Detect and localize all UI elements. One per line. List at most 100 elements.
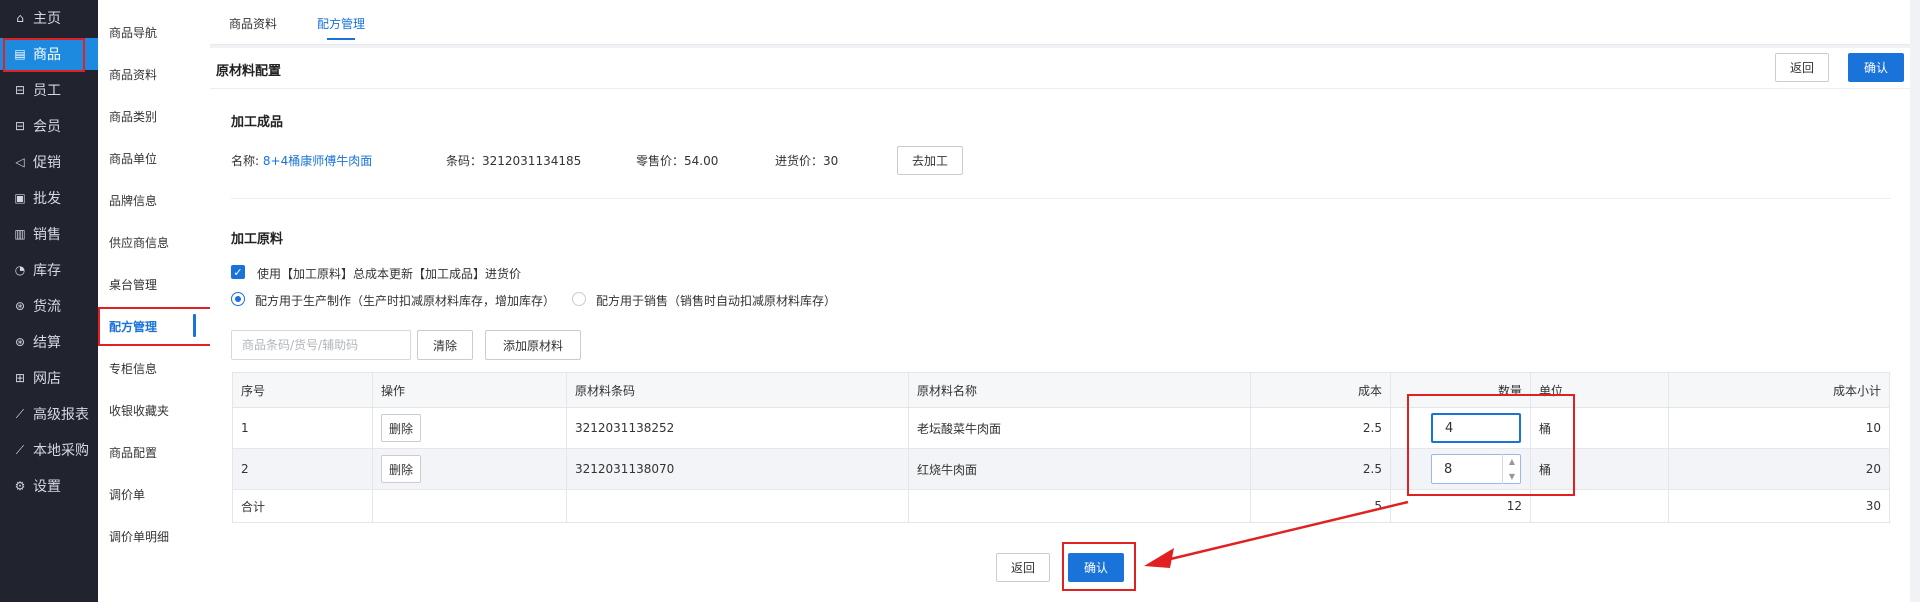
red-highlight-box [3,38,85,72]
row-name: 老坛酸菜牛肉面 [909,408,1251,448]
col-cost: 成本 [1251,373,1391,407]
product-section-title: 加工成品 [231,115,284,130]
subnav-item-goods-info[interactable]: 商品资料 [109,66,157,83]
red-arrow-icon [1144,500,1409,568]
sidebar-item-goods[interactable]: ▤ 商品 [0,38,98,72]
row-action: 删除 [373,408,567,448]
product-name: 名称: 8+4桶康师傅牛肉面 [231,152,372,169]
table-row: 2 删除 3212031138070 红烧牛肉面 2.5 ▲ ▼ 桶 20 [233,449,1889,490]
total-empty [373,490,567,522]
clear-button[interactable]: 清除 [417,330,473,360]
update-cost-checkbox[interactable]: ✓ [231,265,245,279]
subnav-item-table[interactable]: 桌台管理 [109,276,157,293]
back-button[interactable]: 返回 [1775,53,1829,82]
table-row: 1 删除 3212031138252 老坛酸菜牛肉面 2.5 桶 10 [233,408,1889,449]
tab-bar: 商品资料 配方管理 [210,0,1910,45]
logistics-icon: ⊛ [14,299,26,313]
row-name: 红烧牛肉面 [909,449,1251,489]
promotion-icon: ◁ [15,155,25,169]
sidebar-item-member[interactable]: ⊟ 会员 [0,110,98,142]
row-subtotal: 20 [1865,462,1881,476]
sidebar-item-settlement[interactable]: ⊛ 结算 [0,326,98,358]
table-total-row: 合计 5 12 30 [233,490,1889,522]
footer-back-button[interactable]: 返回 [996,553,1050,582]
sidebar-item-staff[interactable]: ⊟ 员工 [0,74,98,106]
col-action: 操作 [373,373,567,407]
confirm-button[interactable]: 确认 [1848,53,1904,82]
sales-icon: ▥ [14,227,26,241]
settings-icon: ⚙ [14,479,26,493]
subnav-item-category[interactable]: 商品类别 [109,108,157,125]
sidebar-item-inventory[interactable]: ◔ 库存 [0,254,98,286]
process-button[interactable]: 去加工 [897,146,963,175]
product-purchase-price: 进货价：30 [775,154,839,168]
col-subtotal: 成本小计 [1832,383,1881,398]
product-barcode: 条码：3212031134185 [446,154,582,168]
row-barcode: 3212031138252 [567,408,909,448]
delete-button[interactable]: 删除 [381,414,421,442]
tab-goods-info[interactable]: 商品资料 [229,15,277,32]
radio-production[interactable] [231,292,245,306]
section-divider [231,198,1891,199]
tab-recipe[interactable]: 配方管理 [317,15,365,32]
subnav-item-favorites[interactable]: 收银收藏夹 [109,402,169,419]
main-panel: 原材料配置 返回 确认 加工成品 名称: 8+4桶康师傅牛肉面 条码：32120… [210,48,1910,602]
subnav-item-supplier[interactable]: 供应商信息 [109,234,169,251]
delete-button[interactable]: 删除 [381,455,421,483]
sidebar-item-purchase[interactable]: ⟋ 本地采购 [0,434,98,466]
sidebar-item-report[interactable]: ⟋ 高级报表 [0,398,98,430]
update-cost-label: 使用【加工原料】总成本更新【加工成品】进货价 [257,267,522,281]
subnav-item-counter[interactable]: 专柜信息 [109,360,157,377]
shop-icon: ⊞ [14,371,26,385]
total-subtotal: 30 [1865,499,1881,513]
row-subtotal: 10 [1865,421,1881,435]
sidebar-item-home[interactable]: ⌂ 主页 [0,2,98,34]
sidebar-item-promotion[interactable]: ◁ 促销 [0,146,98,178]
product-name-link[interactable]: 8+4桶康师傅牛肉面 [263,154,372,168]
sidebar-item-sales[interactable]: ▥ 销售 [0,218,98,250]
total-empty [567,490,909,522]
sidebar-item-settings[interactable]: ⚙ 设置 [0,470,98,502]
red-highlight-box [98,307,216,346]
row-index: 2 [233,449,373,489]
main-sidebar: ⌂ 主页 ▤ 商品 ⊟ 员工 ⊟ 会员 ◁ 促销 ▣ 批发 ▥ 销售 ◔ 库存 … [0,0,98,602]
sidebar-item-logistics[interactable]: ⊛ 货流 [0,290,98,322]
subnav-item-unit[interactable]: 商品单位 [109,150,157,167]
row-cost: 2.5 [1251,449,1391,489]
add-material-button[interactable]: 添加原材料 [485,330,581,360]
sidebar-item-wholesale[interactable]: ▣ 批发 [0,182,98,214]
wholesale-icon: ▣ [14,191,26,205]
settlement-icon: ⊛ [14,335,26,349]
material-search-input[interactable] [231,330,411,360]
radio-production-label: 配方用于生产制作（生产时扣减原材料库存，增加库存） [255,294,556,308]
subnav-item-goods-nav[interactable]: 商品导航 [109,24,157,41]
total-label: 合计 [233,490,373,522]
table-header: 序号 操作 原材料条码 原材料名称 成本 数量 单位 成本小计 [233,373,1889,408]
report-icon: ⟋ [15,406,25,421]
col-name: 原材料名称 [909,373,1251,407]
subnav-item-brand[interactable]: 品牌信息 [109,192,157,209]
row-index: 1 [233,408,373,448]
red-highlight-box [1062,542,1136,591]
member-icon: ⊟ [14,119,26,133]
subnav-item-config[interactable]: 商品配置 [109,444,157,461]
inventory-icon: ◔ [14,263,26,277]
radio-sales[interactable] [572,292,586,306]
subnav-item-price-adjust-detail[interactable]: 调价单明细 [109,528,169,545]
staff-icon: ⊟ [14,83,26,97]
tab-underline [327,38,355,40]
col-index: 序号 [233,373,373,407]
sidebar-item-shop[interactable]: ⊞ 网店 [0,362,98,394]
col-barcode: 原材料条码 [567,373,909,407]
product-name-label: 名称: [231,154,260,168]
radio-sales-label: 配方用于销售（销售时自动扣减原材料库存） [596,294,837,308]
red-highlight-box [1407,394,1575,496]
purchase-icon: ⟋ [15,442,25,457]
sub-sidebar: 商品导航 商品资料 商品类别 商品单位 品牌信息 供应商信息 桌台管理 配方管理… [98,0,210,602]
page-title: 原材料配置 [216,64,282,79]
panel-header: 原材料配置 返回 确认 [210,48,1910,89]
row-cost: 2.5 [1251,408,1391,448]
subnav-item-price-adjust[interactable]: 调价单 [109,486,145,503]
product-retail-price: 零售价：54.00 [636,154,719,168]
materials-section-title: 加工原料 [231,232,284,247]
